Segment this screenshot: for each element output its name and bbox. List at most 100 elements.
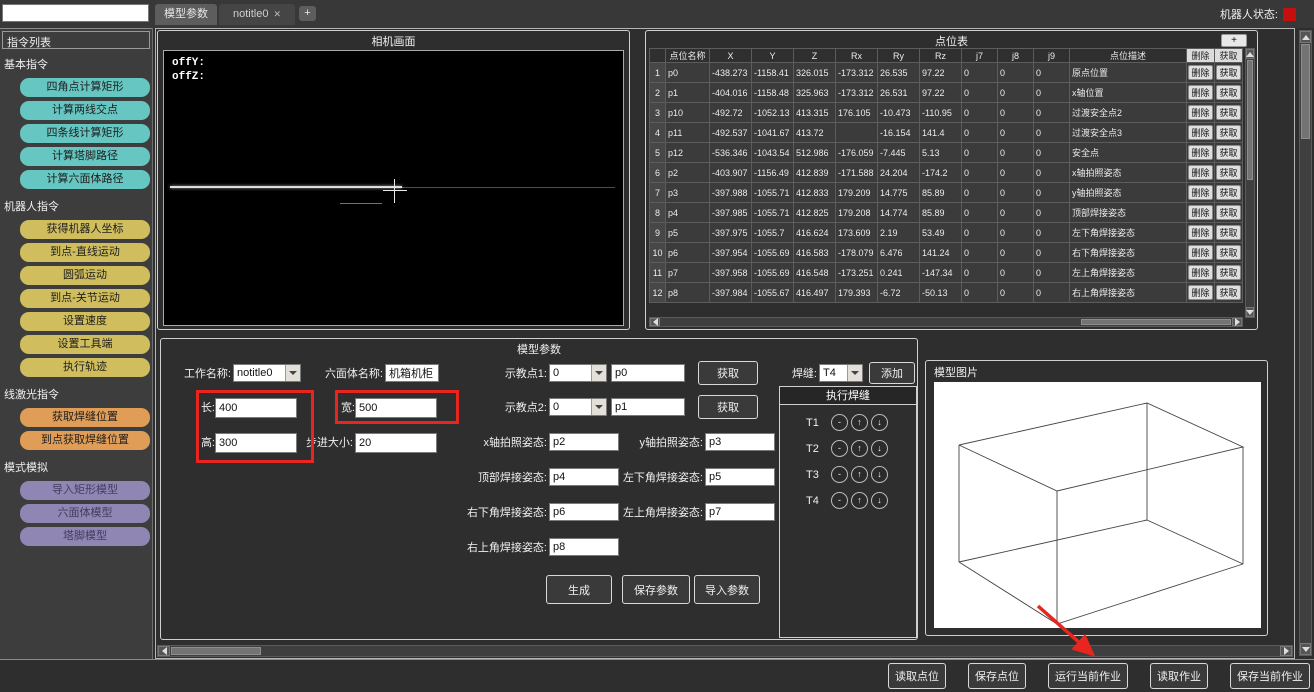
sidebar-item[interactable]: 计算两线交点 bbox=[20, 101, 150, 120]
work-name-select[interactable]: notitle0 bbox=[233, 364, 301, 382]
delete-point-button[interactable]: 删除 bbox=[1188, 125, 1213, 140]
sidebar-item[interactable]: 塔脚模型 bbox=[20, 527, 150, 546]
vertical-scrollbar[interactable] bbox=[1299, 30, 1312, 656]
sidebar-item[interactable]: 计算塔脚路径 bbox=[20, 147, 150, 166]
sidebar-item[interactable]: 到点-直线运动 bbox=[20, 243, 150, 262]
teach-point1-field[interactable] bbox=[611, 364, 685, 382]
teach-point2-field[interactable] bbox=[611, 398, 685, 416]
step-size-field[interactable] bbox=[355, 433, 437, 453]
get-point-button[interactable]: 获取 bbox=[1216, 265, 1241, 280]
weld-seam-select[interactable]: T4 bbox=[819, 364, 863, 382]
read-points-button[interactable]: 读取点位 bbox=[888, 663, 946, 689]
scroll-down-arrow[interactable] bbox=[1300, 643, 1311, 655]
table-vertical-scrollbar[interactable] bbox=[1245, 48, 1255, 318]
scroll-left-arrow[interactable] bbox=[158, 646, 170, 656]
scrollbar-thumb[interactable] bbox=[1081, 319, 1231, 325]
tab-notitle0[interactable]: notitle0✕ bbox=[219, 4, 295, 25]
teach-point1-select[interactable]: 0 bbox=[549, 364, 607, 382]
add-tab-button[interactable]: + bbox=[299, 6, 316, 21]
delete-point-button[interactable]: 删除 bbox=[1188, 245, 1213, 260]
scrollbar-thumb[interactable] bbox=[1301, 44, 1310, 139]
move-up-button[interactable]: ↑ bbox=[851, 440, 868, 457]
get-teach-point2-button[interactable]: 获取 bbox=[698, 395, 758, 419]
get-point-button[interactable]: 获取 bbox=[1216, 105, 1241, 120]
move-down-button[interactable]: ↓ bbox=[871, 440, 888, 457]
scroll-up-arrow[interactable] bbox=[1246, 49, 1254, 59]
scroll-down-arrow[interactable] bbox=[1246, 307, 1254, 317]
get-point-button[interactable]: 获取 bbox=[1216, 205, 1241, 220]
sidebar-item[interactable]: 获取焊缝位置 bbox=[20, 408, 150, 427]
sidebar-item[interactable]: 四条线计算矩形 bbox=[20, 124, 150, 143]
horizontal-scrollbar[interactable] bbox=[157, 645, 1293, 657]
get-point-button[interactable]: 获取 bbox=[1216, 145, 1241, 160]
scrollbar-thumb[interactable] bbox=[171, 647, 261, 655]
delete-point-button[interactable]: 删除 bbox=[1188, 185, 1213, 200]
delete-point-button[interactable]: 删除 bbox=[1188, 65, 1213, 80]
save-points-button[interactable]: 保存点位 bbox=[968, 663, 1026, 689]
sidebar-item[interactable]: 设置工具端 bbox=[20, 335, 150, 354]
sidebar-item[interactable]: 到点-关节运动 bbox=[20, 289, 150, 308]
delete-point-button[interactable]: 删除 bbox=[1188, 205, 1213, 220]
scroll-right-arrow[interactable] bbox=[1280, 646, 1292, 656]
sidebar-item[interactable]: 获得机器人坐标 bbox=[20, 220, 150, 239]
get-point-button[interactable]: 获取 bbox=[1216, 225, 1241, 240]
cell: 获取 bbox=[1215, 243, 1243, 263]
remove-weld-button[interactable]: - bbox=[831, 492, 848, 509]
move-down-button[interactable]: ↓ bbox=[871, 492, 888, 509]
get-teach-point1-button[interactable]: 获取 bbox=[698, 361, 758, 385]
add-weld-seam-button[interactable]: 添加 bbox=[869, 362, 915, 384]
remove-weld-button[interactable]: - bbox=[831, 466, 848, 483]
sidebar-item[interactable]: 六面体模型 bbox=[20, 504, 150, 523]
get-point-button[interactable]: 获取 bbox=[1216, 245, 1241, 260]
sidebar-item[interactable]: 设置速度 bbox=[20, 312, 150, 331]
x-photo-pose-field[interactable] bbox=[549, 433, 619, 451]
get-point-button[interactable]: 获取 bbox=[1216, 85, 1241, 100]
sidebar-item[interactable]: 圆弧运动 bbox=[20, 266, 150, 285]
scroll-up-arrow[interactable] bbox=[1300, 31, 1311, 43]
bottom-left-weld-pose-field[interactable] bbox=[705, 468, 775, 486]
get-point-button[interactable]: 获取 bbox=[1216, 125, 1241, 140]
get-point-button[interactable]: 获取 bbox=[1216, 165, 1241, 180]
delete-point-button[interactable]: 删除 bbox=[1188, 85, 1213, 100]
get-point-button[interactable]: 获取 bbox=[1216, 185, 1241, 200]
top-right-weld-pose-field[interactable] bbox=[549, 538, 619, 556]
delete-point-button[interactable]: 删除 bbox=[1188, 225, 1213, 240]
add-point-button[interactable]: + bbox=[1221, 34, 1247, 47]
delete-point-button[interactable]: 删除 bbox=[1188, 285, 1213, 300]
remove-weld-button[interactable]: - bbox=[831, 440, 848, 457]
delete-point-button[interactable]: 删除 bbox=[1188, 145, 1213, 160]
table-horizontal-scrollbar[interactable] bbox=[649, 317, 1243, 327]
remove-weld-button[interactable]: - bbox=[831, 414, 848, 431]
move-up-button[interactable]: ↑ bbox=[851, 414, 868, 431]
generate-button[interactable]: 生成 bbox=[546, 575, 612, 604]
scroll-left-arrow[interactable] bbox=[650, 318, 660, 326]
sidebar-item[interactable]: 导入矩形模型 bbox=[20, 481, 150, 500]
move-down-button[interactable]: ↓ bbox=[871, 466, 888, 483]
sidebar-item[interactable]: 执行轨迹 bbox=[20, 358, 150, 377]
command-text-input[interactable] bbox=[2, 4, 149, 22]
scrollbar-thumb[interactable] bbox=[1247, 60, 1253, 180]
y-photo-pose-field[interactable] bbox=[705, 433, 775, 451]
save-current-job-button[interactable]: 保存当前作业 bbox=[1230, 663, 1310, 689]
import-params-button[interactable]: 导入参数 bbox=[694, 575, 760, 604]
move-up-button[interactable]: ↑ bbox=[851, 492, 868, 509]
top-left-weld-pose-field[interactable] bbox=[705, 503, 775, 521]
move-up-button[interactable]: ↑ bbox=[851, 466, 868, 483]
get-point-button[interactable]: 获取 bbox=[1216, 285, 1241, 300]
delete-point-button[interactable]: 删除 bbox=[1188, 105, 1213, 120]
sidebar-item[interactable]: 计算六面体路径 bbox=[20, 170, 150, 189]
delete-point-button[interactable]: 删除 bbox=[1188, 165, 1213, 180]
sidebar-item[interactable]: 四角点计算矩形 bbox=[20, 78, 150, 97]
delete-point-button[interactable]: 删除 bbox=[1188, 265, 1213, 280]
read-job-button[interactable]: 读取作业 bbox=[1150, 663, 1208, 689]
save-params-button[interactable]: 保存参数 bbox=[622, 575, 690, 604]
move-down-button[interactable]: ↓ bbox=[871, 414, 888, 431]
teach-point2-select[interactable]: 0 bbox=[549, 398, 607, 416]
scroll-right-arrow[interactable] bbox=[1232, 318, 1242, 326]
sidebar-item[interactable]: 到点获取焊缝位置 bbox=[20, 431, 150, 450]
hexahedron-name-field[interactable] bbox=[385, 364, 439, 382]
run-current-job-button[interactable]: 运行当前作业 bbox=[1048, 663, 1128, 689]
tab-model-params[interactable]: 模型参数 bbox=[155, 4, 217, 25]
get-point-button[interactable]: 获取 bbox=[1216, 65, 1241, 80]
close-icon[interactable]: ✕ bbox=[273, 9, 281, 19]
